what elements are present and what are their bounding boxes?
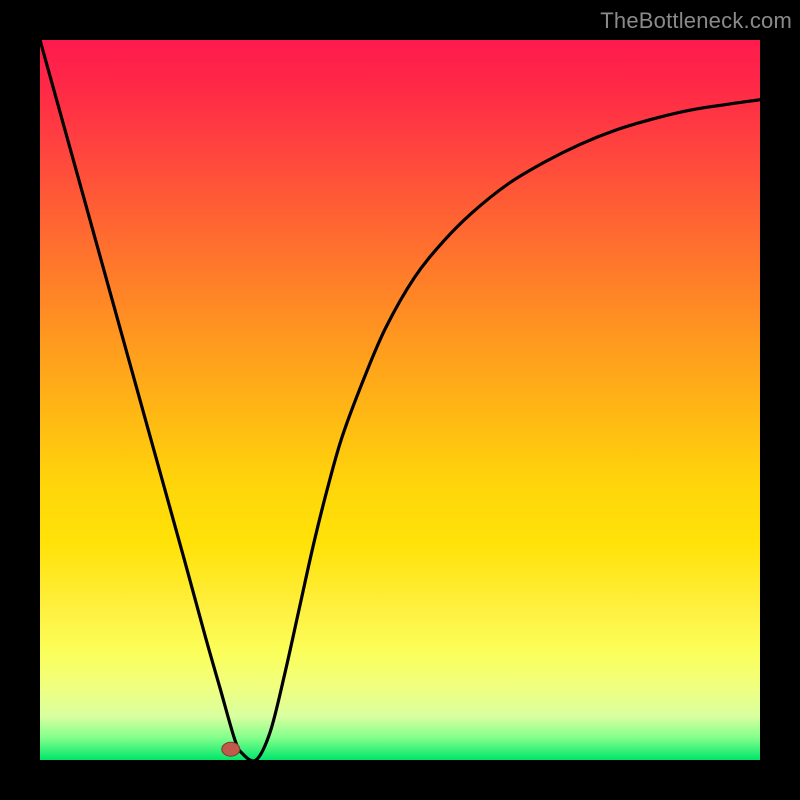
chart-frame: TheBottleneck.com [0,0,800,800]
plot-area [40,40,760,760]
watermark-text: TheBottleneck.com [600,8,792,34]
minimum-marker [222,742,240,756]
curve-svg [40,40,760,760]
bottleneck-curve [40,40,760,760]
